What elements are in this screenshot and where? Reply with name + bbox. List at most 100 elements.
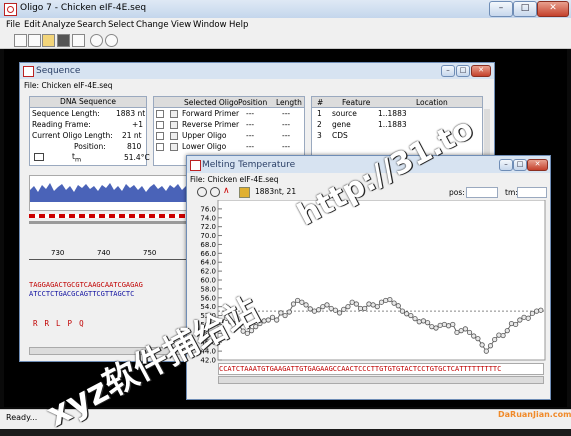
pos-field[interactable] — [466, 187, 498, 198]
menu-window[interactable]: Window — [193, 20, 227, 30]
seq-close-button[interactable]: ✕ — [471, 65, 491, 77]
y-tick-label: 70.0 — [200, 232, 216, 240]
tm-data-point — [336, 310, 343, 316]
maximize-button[interactable]: □ — [513, 1, 537, 17]
tm-data-point — [534, 308, 540, 314]
tm-data-point — [383, 297, 389, 304]
amino-acid-translation: RRLPQ — [33, 319, 91, 328]
aa-2: R — [44, 319, 57, 328]
menu-select[interactable]: Select — [108, 20, 134, 30]
tm-data-point — [412, 316, 418, 322]
seq-minimize-button[interactable]: – — [441, 65, 455, 77]
graph-type-icon[interactable]: ∧ — [223, 187, 232, 196]
ruler-740: 740 — [97, 249, 111, 257]
open-folder-icon[interactable] — [42, 34, 55, 47]
dna-panel-header: DNA Sequence — [30, 97, 146, 108]
menu-search[interactable]: Search — [77, 20, 106, 30]
upper-oligo-checkbox[interactable] — [156, 132, 164, 140]
tm-data-point — [332, 307, 338, 313]
tm-value: 51.4°C — [124, 153, 150, 162]
app-window: Oligo 7 - Chicken eIF-4E.seq – □ ✕ File … — [0, 0, 571, 435]
lower-oligo-name[interactable]: Lower Oligo — [182, 142, 226, 151]
zoom-icon[interactable] — [90, 34, 103, 47]
sequence-bottom-strand[interactable]: ATCCTCTGACGCAGTTCGTTAGCTC — [29, 290, 134, 298]
save-icon[interactable] — [57, 34, 70, 47]
overview-graph[interactable] — [29, 175, 191, 211]
menu-help[interactable]: Help — [229, 20, 248, 30]
fwd-primer-checkbox[interactable] — [156, 110, 164, 118]
tm-data-point — [458, 328, 464, 334]
feature-1-num: 1 — [317, 109, 322, 118]
fwd-primer-name[interactable]: Forward Primer — [182, 109, 239, 118]
tm-data-point — [538, 307, 544, 313]
feature-3-name[interactable]: CDS — [332, 131, 348, 140]
rev-primer-checkbox[interactable] — [156, 121, 164, 129]
upper-oligo-icon — [170, 132, 178, 140]
sequence-top-strand[interactable]: TAGGAGACTGCGTCAAGCAATCGAGAG — [29, 281, 143, 289]
minimize-button[interactable]: – — [489, 1, 513, 17]
tm-sequence-strip[interactable]: CCATCTAAATGTGAAGATTGTGAGAAGCCAACTCCCTTGT… — [218, 363, 544, 375]
tm-data-point — [316, 307, 322, 313]
menu-analyze[interactable]: Analyze — [42, 20, 76, 30]
col-length: Length — [276, 98, 302, 107]
position-label: Position: — [74, 142, 106, 151]
tm-data-point — [471, 333, 477, 339]
feature-2-name[interactable]: gene — [332, 120, 351, 129]
menu-bar: File Edit Analyze Search Select Change V… — [0, 18, 571, 32]
tm-data-point — [387, 296, 393, 303]
find-icon[interactable] — [105, 34, 118, 47]
tm-data-point — [395, 303, 401, 309]
ruler-730: 730 — [51, 249, 65, 257]
zoom-out-icon[interactable] — [210, 187, 220, 197]
tm-data-point — [450, 321, 456, 328]
tm-data-point — [391, 300, 397, 306]
tm-data-point — [513, 321, 519, 328]
settings-icon[interactable] — [239, 187, 250, 198]
tm-data-point — [299, 299, 305, 305]
feature-2-loc: 1..1883 — [378, 120, 407, 129]
tm-data-point — [328, 305, 334, 312]
tm-data-point — [320, 304, 326, 310]
tm-data-point — [517, 317, 523, 323]
new-sequence-icon[interactable] — [28, 34, 41, 47]
tm-close-button[interactable]: ✕ — [527, 159, 548, 171]
tm-data-point — [504, 328, 510, 334]
menu-change[interactable]: Change — [136, 20, 169, 30]
zoom-in-icon[interactable] — [197, 187, 207, 197]
overview-scrollbar[interactable] — [29, 221, 189, 224]
tm-hscrollbar[interactable] — [218, 376, 544, 384]
menu-edit[interactable]: Edit — [24, 20, 40, 30]
feature-1-name[interactable]: source — [332, 109, 357, 118]
menu-view[interactable]: View — [171, 20, 191, 30]
oligo-length-label: Current Oligo Length: — [32, 131, 113, 140]
tm-data-point — [286, 309, 292, 315]
reading-frame-value: +1 — [132, 120, 144, 129]
y-tick-label: 62.0 — [200, 268, 216, 276]
col-feature: Feature — [342, 98, 371, 107]
tm-data-point — [529, 310, 536, 316]
rev-primer-name[interactable]: Reverse Primer — [182, 120, 239, 129]
col-position: Position — [238, 98, 268, 107]
y-tick-label: 76.0 — [200, 205, 216, 213]
tm-data-point — [508, 320, 515, 327]
tm-symbol: tm — [72, 152, 82, 164]
tm-data-point — [492, 336, 498, 343]
tm-data-point — [445, 323, 452, 329]
new-file-icon[interactable] — [14, 34, 27, 47]
col-selected-oligo: Selected Oligo — [184, 98, 239, 107]
tm-maximize-button[interactable]: □ — [513, 159, 527, 171]
aa-1: R — [33, 319, 45, 328]
close-button[interactable]: ✕ — [537, 1, 569, 17]
ruler-750: 750 — [143, 249, 157, 257]
tm-minimize-button[interactable]: – — [499, 159, 513, 171]
upper-oligo-name[interactable]: Upper Oligo — [182, 131, 227, 140]
tm-data-point — [274, 317, 280, 323]
tm-field[interactable] — [517, 187, 547, 198]
menu-file[interactable]: File — [6, 20, 20, 30]
seq-maximize-button[interactable]: □ — [456, 65, 470, 77]
print-icon[interactable] — [72, 34, 85, 47]
fwd-primer-pos: --- — [246, 109, 255, 118]
tm-data-point — [345, 304, 351, 310]
oligo-icon — [34, 153, 44, 161]
lower-oligo-checkbox[interactable] — [156, 143, 164, 151]
